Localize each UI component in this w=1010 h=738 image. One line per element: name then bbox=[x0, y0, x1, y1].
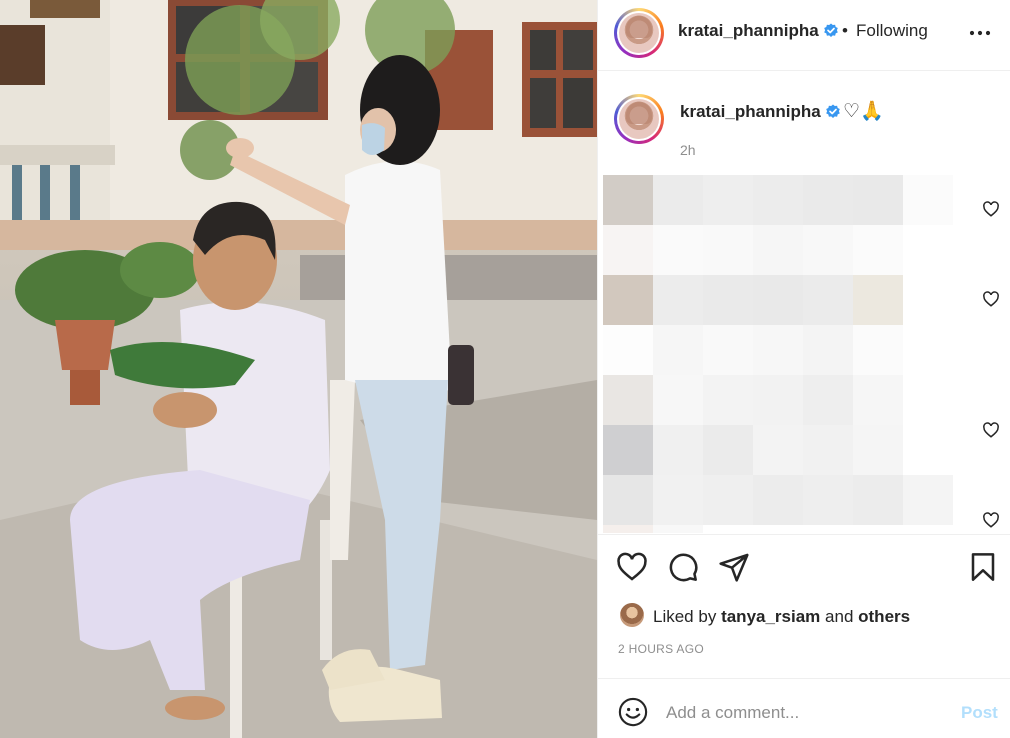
obscured-pixel bbox=[653, 425, 703, 475]
obscured-pixel bbox=[803, 475, 853, 525]
comment-bar: Post bbox=[598, 678, 1010, 738]
caption-text: ♡🙏 bbox=[843, 101, 884, 122]
obscured-pixel bbox=[903, 525, 953, 533]
obscured-pixel bbox=[753, 375, 803, 425]
comment-like-heart-icon[interactable] bbox=[982, 421, 1000, 439]
obscured-pixel bbox=[903, 375, 953, 425]
obscured-pixel bbox=[603, 225, 653, 275]
post-header: kratai_phannipha • Following bbox=[598, 0, 1010, 71]
header-separator: • bbox=[842, 21, 848, 40]
obscured-pixel bbox=[603, 325, 653, 375]
liked-by-text: Liked by tanya_rsiam and others bbox=[653, 607, 910, 627]
obscured-pixel bbox=[603, 425, 653, 475]
caption-avatar[interactable] bbox=[614, 94, 664, 144]
obscured-pixel bbox=[853, 225, 903, 275]
obscured-pixel bbox=[753, 425, 803, 475]
obscured-pixel bbox=[753, 475, 803, 525]
post-timestamp[interactable]: 2 HOURS AGO bbox=[618, 642, 704, 656]
obscured-pixel bbox=[603, 525, 653, 533]
verified-badge-icon bbox=[826, 104, 840, 118]
obscured-pixel bbox=[653, 375, 703, 425]
comment-input[interactable] bbox=[666, 699, 936, 727]
liker-avatar[interactable] bbox=[620, 603, 644, 627]
liked-by-prefix: Liked by bbox=[653, 607, 717, 626]
obscured-pixel bbox=[653, 175, 703, 225]
caption-time[interactable]: 2h bbox=[680, 142, 696, 158]
liked-by-conjunction: and bbox=[825, 607, 854, 626]
obscured-pixel bbox=[703, 525, 753, 533]
obscured-pixel bbox=[753, 225, 803, 275]
obscured-pixel bbox=[653, 475, 703, 525]
obscured-pixel bbox=[903, 275, 953, 325]
obscured-pixel bbox=[853, 425, 903, 475]
obscured-pixel bbox=[853, 475, 903, 525]
verified-badge-icon bbox=[824, 23, 838, 37]
obscured-pixel bbox=[603, 475, 653, 525]
obscured-pixel bbox=[903, 175, 953, 225]
obscured-pixel bbox=[853, 525, 903, 533]
obscured-pixel bbox=[803, 325, 853, 375]
obscured-pixel bbox=[903, 475, 953, 525]
obscured-pixel bbox=[653, 275, 703, 325]
comment-like-heart-icon[interactable] bbox=[982, 511, 1000, 529]
obscured-pixel bbox=[703, 275, 753, 325]
obscured-pixel bbox=[803, 375, 853, 425]
comment-like-heart-icon[interactable] bbox=[982, 290, 1000, 308]
comment-icon[interactable] bbox=[667, 551, 699, 583]
obscured-pixel bbox=[803, 225, 853, 275]
obscured-pixel bbox=[853, 375, 903, 425]
obscured-pixel bbox=[703, 325, 753, 375]
obscured-pixel bbox=[903, 325, 953, 375]
obscured-pixel bbox=[753, 325, 803, 375]
obscured-pixel bbox=[603, 375, 653, 425]
obscured-pixel bbox=[703, 475, 753, 525]
obscured-pixel bbox=[753, 175, 803, 225]
obscured-pixel bbox=[903, 225, 953, 275]
obscured-pixel bbox=[753, 275, 803, 325]
obscured-pixel bbox=[853, 175, 903, 225]
obscured-pixel bbox=[703, 425, 753, 475]
emoji-icon[interactable] bbox=[618, 697, 648, 727]
obscured-pixel bbox=[753, 525, 803, 533]
obscured-pixel bbox=[653, 525, 703, 533]
following-button[interactable]: Following bbox=[856, 21, 928, 41]
obscured-pixel bbox=[853, 325, 903, 375]
comments-list-obscured bbox=[603, 175, 953, 533]
author-username[interactable]: kratai_phannipha bbox=[678, 21, 819, 41]
liked-by-others-link[interactable]: others bbox=[858, 607, 910, 626]
bookmark-icon[interactable] bbox=[967, 551, 999, 583]
obscured-pixel bbox=[653, 325, 703, 375]
author-avatar[interactable] bbox=[614, 8, 664, 58]
heart-icon[interactable] bbox=[616, 551, 648, 583]
obscured-pixel bbox=[803, 275, 853, 325]
liker-username[interactable]: tanya_rsiam bbox=[721, 607, 820, 626]
post-comment-button[interactable]: Post bbox=[961, 703, 998, 723]
obscured-pixel bbox=[703, 375, 753, 425]
caption-username[interactable]: kratai_phannipha bbox=[680, 102, 821, 122]
obscured-pixel bbox=[803, 525, 853, 533]
obscured-pixel bbox=[603, 275, 653, 325]
more-horizontal-icon[interactable] bbox=[968, 22, 992, 44]
obscured-pixel bbox=[853, 275, 903, 325]
obscured-pixel bbox=[653, 225, 703, 275]
obscured-pixel bbox=[703, 225, 753, 275]
comment-like-heart-icon[interactable] bbox=[982, 200, 1000, 218]
obscured-pixel bbox=[703, 175, 753, 225]
obscured-pixel bbox=[603, 175, 653, 225]
post-side-panel: kratai_phannipha • Following kratai_phan… bbox=[597, 0, 1010, 738]
share-icon[interactable] bbox=[718, 551, 750, 583]
obscured-pixel bbox=[803, 425, 853, 475]
post-photo bbox=[0, 0, 597, 738]
photo-illustration bbox=[0, 0, 597, 738]
post-actions bbox=[598, 534, 1010, 598]
obscured-pixel bbox=[803, 175, 853, 225]
obscured-pixel bbox=[903, 425, 953, 475]
